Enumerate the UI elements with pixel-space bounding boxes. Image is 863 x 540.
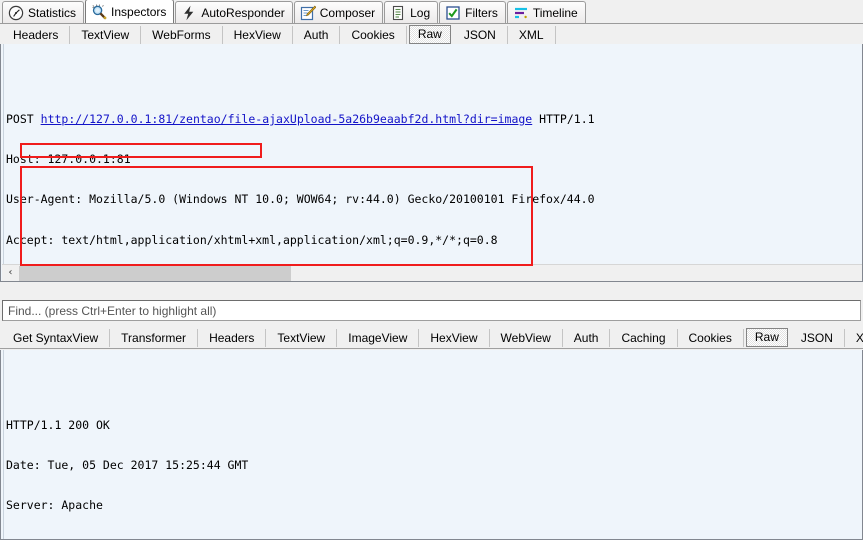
tab-autoresponder-label: AutoResponder xyxy=(201,5,285,20)
response-status-line: HTTP/1.1 200 OK xyxy=(6,418,110,433)
tab-statistics-label: Statistics xyxy=(28,5,77,20)
tab-inspectors[interactable]: Inspectors xyxy=(85,0,175,23)
tab-inspectors-label: Inspectors xyxy=(111,4,167,19)
request-tab-hexview[interactable]: HexView xyxy=(223,25,293,44)
request-tab-cookies[interactable]: Cookies xyxy=(340,25,407,44)
response-tab-transformer[interactable]: Transformer xyxy=(110,328,199,347)
response-pane-gutter xyxy=(1,350,4,539)
request-method: POST xyxy=(6,112,34,127)
tab-filters[interactable]: Filters xyxy=(439,1,506,23)
response-tab-raw[interactable]: Raw xyxy=(745,328,788,347)
response-tab-headers[interactable]: Headers xyxy=(198,328,267,347)
tab-timeline[interactable]: Timeline xyxy=(506,1,586,23)
autoresponder-icon xyxy=(181,5,197,21)
request-tab-auth[interactable]: Auth xyxy=(293,25,341,44)
request-http-version: HTTP/1.1 xyxy=(539,112,595,127)
hscroll-track[interactable] xyxy=(291,265,862,281)
request-tab-headers[interactable]: Headers xyxy=(2,25,71,44)
response-tab-json[interactable]: JSON xyxy=(790,328,845,347)
response-tab-auth[interactable]: Auth xyxy=(563,328,611,347)
response-tab-webview[interactable]: WebView xyxy=(490,328,563,347)
composer-icon xyxy=(300,5,317,21)
response-tab-cookies[interactable]: Cookies xyxy=(678,328,744,347)
response-inspector-tabs: Get SyntaxView Transformer Headers TextV… xyxy=(0,327,863,349)
request-header-accept: Accept: text/html,application/xhtml+xml,… xyxy=(6,232,498,247)
hscroll-thumb[interactable] xyxy=(19,265,291,281)
tab-composer[interactable]: Composer xyxy=(293,1,384,23)
tab-composer-label: Composer xyxy=(319,5,376,20)
find-bar xyxy=(0,299,863,323)
response-raw-text[interactable]: HTTP/1.1 200 OK Date: Tue, 05 Dec 2017 1… xyxy=(0,350,863,540)
main-tab-strip: Statistics Inspectors AutoResponder Comp… xyxy=(0,0,863,24)
request-header-useragent: User-Agent: Mozilla/5.0 (Windows NT 10.0… xyxy=(6,192,595,207)
tab-log-label: Log xyxy=(410,5,431,20)
response-tab-get-syntaxview[interactable]: Get SyntaxView xyxy=(2,328,111,347)
pane-gutter xyxy=(1,44,4,281)
response-header-date: Date: Tue, 05 Dec 2017 15:25:44 GMT xyxy=(6,458,249,473)
statistics-icon xyxy=(8,5,24,21)
scroll-left-arrow-icon[interactable]: ‹ xyxy=(2,265,19,281)
request-header-host: Host: 127.0.0.1:81 xyxy=(6,152,131,167)
log-icon xyxy=(390,5,406,21)
request-tab-webforms[interactable]: WebForms xyxy=(141,25,223,44)
tab-autoresponder[interactable]: AutoResponder xyxy=(175,1,293,23)
tab-log[interactable]: Log xyxy=(384,1,439,23)
tab-filters-label: Filters xyxy=(465,5,498,20)
request-tab-raw[interactable]: Raw xyxy=(408,25,451,44)
request-tab-xml[interactable]: XML xyxy=(508,25,556,44)
response-tab-imageview[interactable]: ImageView xyxy=(337,328,420,347)
response-tab-xml[interactable]: XML xyxy=(845,329,863,347)
request-tab-textview[interactable]: TextView xyxy=(70,25,142,44)
request-url-link[interactable]: http://127.0.0.1:81/zentao/file-ajaxUplo… xyxy=(41,112,533,126)
response-tab-caching[interactable]: Caching xyxy=(610,328,678,347)
tab-statistics[interactable]: Statistics xyxy=(2,1,85,23)
request-inspector-tabs: Headers TextView WebForms HexView Auth C… xyxy=(0,24,863,46)
response-tab-textview[interactable]: TextView xyxy=(266,328,338,347)
request-pane-hscrollbar[interactable]: ‹ xyxy=(2,264,862,281)
request-raw-text[interactable]: POST http://127.0.0.1:81/zentao/file-aja… xyxy=(0,44,863,282)
response-header-server: Server: Apache xyxy=(6,498,103,513)
inspectors-icon xyxy=(91,4,107,20)
response-tab-hexview[interactable]: HexView xyxy=(419,328,490,347)
find-input[interactable] xyxy=(2,300,861,321)
filters-icon xyxy=(445,5,461,21)
tab-timeline-label: Timeline xyxy=(532,5,578,20)
request-start-line: POST http://127.0.0.1:81/zentao/file-aja… xyxy=(6,112,862,127)
request-tab-json[interactable]: JSON xyxy=(453,25,508,44)
timeline-icon xyxy=(513,5,529,21)
